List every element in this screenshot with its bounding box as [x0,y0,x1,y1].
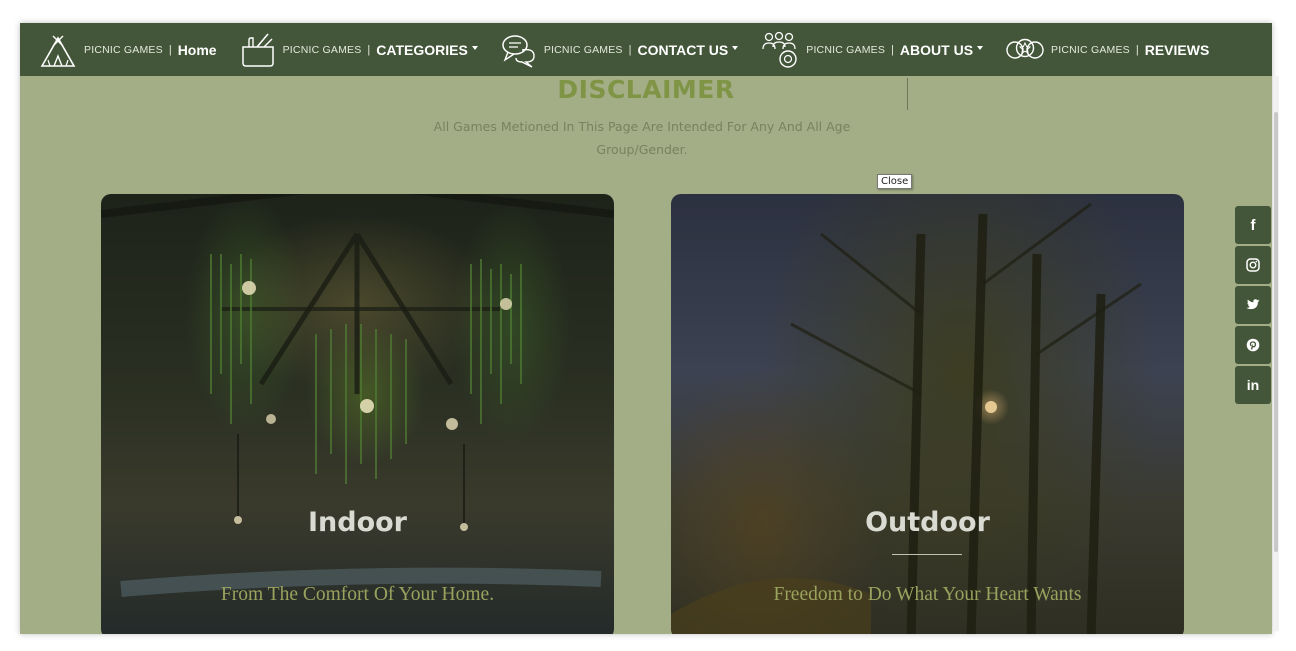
instagram-icon [1246,258,1260,272]
nav-brand-label: PICNIC GAMES [84,43,163,56]
nav-link-about-us[interactable]: ABOUT US [900,42,973,58]
twitter-button[interactable] [1235,286,1271,324]
card-title: Indoor [307,507,407,538]
nav-link-contact-us[interactable]: CONTACT US [638,42,729,58]
rating-icon [1006,38,1044,59]
disclaimer-title: DISCLAIMER [557,75,735,104]
nav-link-reviews[interactable]: REVIEWS [1145,42,1210,58]
chevron-down-icon [977,45,984,50]
chevron-down-icon [732,45,739,50]
nav-item-about-us[interactable]: PICNIC GAMES | ABOUT US [760,31,984,69]
category-card-indoor[interactable]: Indoor From The Comfort Of Your Home. [101,194,614,634]
card-title: Outdoor [865,507,990,538]
indoor-background-image [101,194,614,597]
linkedin-button[interactable]: in [1235,366,1271,404]
close-tooltip: Close [877,174,913,189]
nav-separator: | [891,43,894,56]
nav-separator: | [628,43,632,56]
divider [907,78,908,110]
nav-item-home[interactable]: PICNIC GAMES | Home [38,32,217,68]
group-icon [762,31,797,68]
nav-brand-label: PICNIC GAMES [543,43,623,56]
card-subtitle: From The Comfort Of Your Home. [220,584,495,605]
tent-icon [40,35,76,67]
nav-link-categories[interactable]: CATEGORIES [376,42,468,58]
chat-bubbles-icon [502,34,535,68]
chevron-down-icon [471,45,478,50]
browser-viewport: PICNIC GAMES | Home PICNIC GAMES | CATEG… [20,23,1272,634]
nav-item-contact-us[interactable]: PICNIC GAMES | CONTACT US [500,32,739,68]
instagram-button[interactable] [1235,246,1271,284]
nav-link-home[interactable]: Home [178,42,217,58]
facebook-icon: f [1250,216,1256,234]
disclaimer-text: All Games Metioned In This Page Are Inte… [433,119,851,157]
nav-brand-label: PICNIC GAMES [1051,43,1130,56]
pinterest-button[interactable] [1235,326,1271,364]
twitter-icon [1246,299,1260,310]
basket-icon [241,32,274,67]
nav-separator: | [1135,43,1139,56]
nav-separator: | [367,43,371,56]
top-navbar: PICNIC GAMES | Home PICNIC GAMES | CATEG… [20,23,1272,76]
nav-brand-label: PICNIC GAMES [806,43,886,56]
scrollbar-thumb[interactable] [1274,112,1278,552]
facebook-button[interactable]: f [1235,206,1271,244]
nav-item-categories[interactable]: PICNIC GAMES | CATEGORIES [239,31,478,69]
nav-separator: | [168,43,172,56]
nav-brand-label: PICNIC GAMES [282,43,362,56]
card-subtitle: Freedom to Do What Your Heart Wants [773,584,1082,605]
pinterest-icon [1246,338,1260,352]
outdoor-background-image [671,202,1142,634]
linkedin-icon: in [1246,377,1260,393]
title-underline [892,554,962,555]
nav-item-reviews[interactable]: PICNIC GAMES | REVIEWS [1005,38,1209,62]
category-card-outdoor[interactable]: Outdoor Freedom to Do What Your Heart Wa… [671,194,1184,634]
